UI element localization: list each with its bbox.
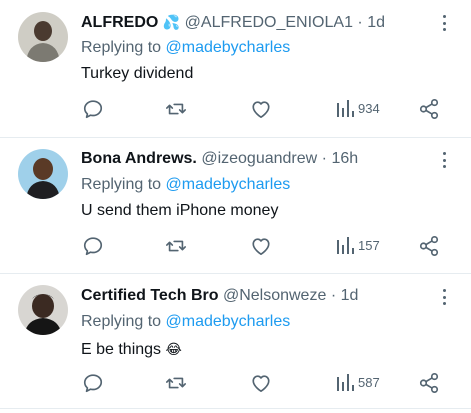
- views-icon: [337, 237, 354, 254]
- views-icon: [337, 374, 354, 391]
- heart-icon: [252, 375, 270, 392]
- retweet-button[interactable]: [164, 372, 188, 394]
- share-icon: [419, 236, 439, 256]
- avatar[interactable]: [18, 285, 68, 335]
- timestamp[interactable]: 1d: [341, 287, 359, 304]
- reply-text-content: Turkey dividend: [81, 65, 194, 82]
- avatar[interactable]: [18, 149, 68, 199]
- like-button[interactable]: [250, 236, 272, 256]
- laughing-emoji: 😂: [165, 341, 182, 357]
- handle[interactable]: @Nelsonweze: [223, 287, 326, 304]
- reply-icon: [83, 374, 103, 393]
- reply-button[interactable]: [82, 98, 104, 120]
- replying-label: Replying to: [81, 39, 162, 56]
- views-count: 587: [358, 374, 380, 390]
- views-count: 157: [358, 237, 380, 253]
- share-icon: [419, 373, 439, 393]
- replying-to: Replying to @madebycharles: [81, 312, 290, 332]
- separator: ·: [357, 14, 363, 31]
- reply-text-content: E be things: [81, 341, 162, 358]
- display-name[interactable]: ALFREDO: [81, 14, 158, 31]
- share-button[interactable]: [418, 235, 440, 257]
- timestamp[interactable]: 1d: [367, 14, 385, 31]
- share-button[interactable]: [418, 98, 440, 120]
- divider: [0, 273, 471, 274]
- avatar-image: [18, 149, 68, 199]
- reply-icon: [83, 237, 103, 256]
- heart-icon: [252, 101, 270, 118]
- reply-text: U send them iPhone money: [81, 201, 278, 221]
- retweet-icon: [166, 240, 186, 252]
- reply-header: ALFREDO 💦 @ALFREDO_ENIOLA1 · 1d: [81, 12, 385, 33]
- mention-link[interactable]: @madebycharles: [166, 313, 291, 330]
- replying-label: Replying to: [81, 313, 162, 330]
- handle[interactable]: @ALFREDO_ENIOLA1: [185, 14, 353, 31]
- views-count: 934: [358, 100, 380, 116]
- views-icon: [337, 100, 354, 117]
- more-icon[interactable]: [437, 152, 451, 168]
- replying-to: Replying to @madebycharles: [81, 38, 290, 58]
- display-name[interactable]: Bona Andrews.: [81, 150, 197, 167]
- avatar-image: [18, 285, 68, 335]
- divider: [0, 408, 471, 409]
- verified-emoji: 💦: [162, 14, 181, 30]
- separator: ·: [321, 150, 327, 167]
- reply-text: Turkey dividend: [81, 64, 193, 84]
- share-button[interactable]: [418, 372, 440, 394]
- reply-button[interactable]: [82, 235, 104, 257]
- like-button[interactable]: [250, 373, 272, 393]
- timestamp[interactable]: 16h: [331, 150, 358, 167]
- views-button[interactable]: 934: [336, 99, 380, 117]
- views-button[interactable]: 157: [336, 236, 380, 254]
- separator: ·: [330, 287, 337, 304]
- more-icon[interactable]: [437, 15, 451, 31]
- heart-icon: [252, 238, 270, 255]
- handle[interactable]: @izeoguandrew: [201, 150, 317, 167]
- reply-text: E be things 😂: [81, 339, 182, 360]
- views-button[interactable]: 587: [336, 373, 380, 391]
- like-button[interactable]: [250, 99, 272, 119]
- more-icon[interactable]: [437, 289, 451, 305]
- display-name[interactable]: Certified Tech Bro: [81, 287, 219, 304]
- reply-text-content: U send them iPhone money: [81, 202, 279, 219]
- avatar[interactable]: [18, 12, 68, 62]
- reply-header: Bona Andrews. @izeoguandrew · 16h: [81, 149, 358, 169]
- replying-label: Replying to: [81, 176, 162, 193]
- retweet-button[interactable]: [164, 98, 188, 120]
- share-icon: [419, 99, 439, 119]
- avatar-image: [18, 12, 68, 62]
- retweet-icon: [166, 103, 186, 115]
- retweet-button[interactable]: [164, 235, 188, 257]
- reply-icon: [83, 100, 103, 119]
- reply-header: Certified Tech Bro @Nelsonweze · 1d: [81, 286, 358, 306]
- divider: [0, 137, 471, 138]
- mention-link[interactable]: @madebycharles: [166, 39, 291, 56]
- mention-link[interactable]: @madebycharles: [166, 176, 291, 193]
- reply-button[interactable]: [82, 372, 104, 394]
- replying-to: Replying to @madebycharles: [81, 175, 290, 195]
- retweet-icon: [166, 377, 186, 389]
